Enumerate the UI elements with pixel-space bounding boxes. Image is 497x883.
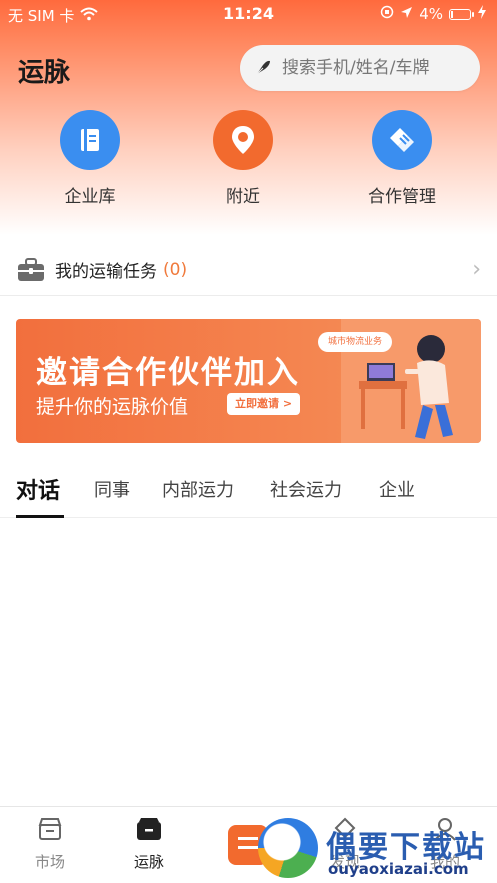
tab-social-capacity[interactable]: 社会运力: [270, 476, 342, 502]
search-bar[interactable]: [240, 45, 480, 91]
my-tasks-row[interactable]: 我的运输任务 (0) ›: [0, 244, 497, 296]
battery-icon: [449, 8, 474, 20]
contact-tabs: 对话 同事 内部运力 社会运力 企业: [0, 470, 497, 518]
page-title: 运脉: [18, 58, 71, 88]
tab-conversation[interactable]: 对话: [16, 473, 60, 505]
banner-headline: 邀请合作伙伴加入: [36, 355, 300, 391]
quick-action-label: 企业库: [64, 187, 116, 207]
nav-market[interactable]: 市场: [10, 815, 90, 872]
quick-action-label: 合作管理: [368, 187, 436, 207]
active-tab-indicator: [16, 515, 64, 518]
quick-action-enterprise[interactable]: 企业库: [30, 110, 150, 207]
tab-colleagues[interactable]: 同事: [94, 476, 130, 502]
my-tasks-label: 我的运输任务: [55, 262, 157, 282]
status-bar: 无 SIM 卡 11:24 4%: [0, 0, 497, 28]
nav-label: 运脉: [133, 853, 164, 871]
market-icon: [36, 815, 64, 843]
banner-tag: 城市物流业务: [318, 332, 393, 352]
battery-percent: 4%: [419, 5, 443, 23]
tab-enterprise[interactable]: 企业: [379, 476, 415, 502]
chevron-right-icon: ›: [472, 257, 481, 282]
banner-subtitle: 提升你的运脉价值: [36, 396, 189, 418]
watermark-logo-icon: [258, 818, 318, 878]
location-arrow-icon: [400, 5, 413, 23]
watermark-url: ouyaoxiazai.com: [328, 860, 469, 878]
nav-label: 市场: [34, 853, 65, 871]
tab-internal-capacity[interactable]: 内部运力: [162, 476, 234, 502]
search-input[interactable]: [282, 58, 467, 78]
my-tasks-count: (0): [163, 259, 188, 280]
status-right: 4%: [380, 5, 487, 23]
quick-action-label: 附近: [226, 187, 260, 207]
site-watermark: 偶要下载站 ouyaoxiazai.com: [258, 818, 497, 880]
network-icon: [135, 815, 163, 843]
nav-network[interactable]: 运脉: [109, 815, 189, 872]
invite-banner[interactable]: 邀请合作伙伴加入 提升你的运脉价值 立即邀请 > 城市物流业务: [16, 319, 481, 443]
rotation-lock-icon: [380, 5, 394, 23]
invite-now-button[interactable]: 立即邀请 >: [227, 393, 301, 415]
center-menu-icon: [237, 835, 259, 855]
charging-icon: [477, 5, 487, 23]
feather-icon: [254, 59, 272, 77]
notebook-icon: [60, 110, 120, 170]
briefcase-icon: [17, 257, 45, 282]
quick-action-nearby[interactable]: 附近: [183, 110, 303, 207]
quick-action-cooperation[interactable]: 合作管理: [342, 110, 462, 207]
location-pin-icon: [213, 110, 273, 170]
handshake-icon: [372, 110, 432, 170]
